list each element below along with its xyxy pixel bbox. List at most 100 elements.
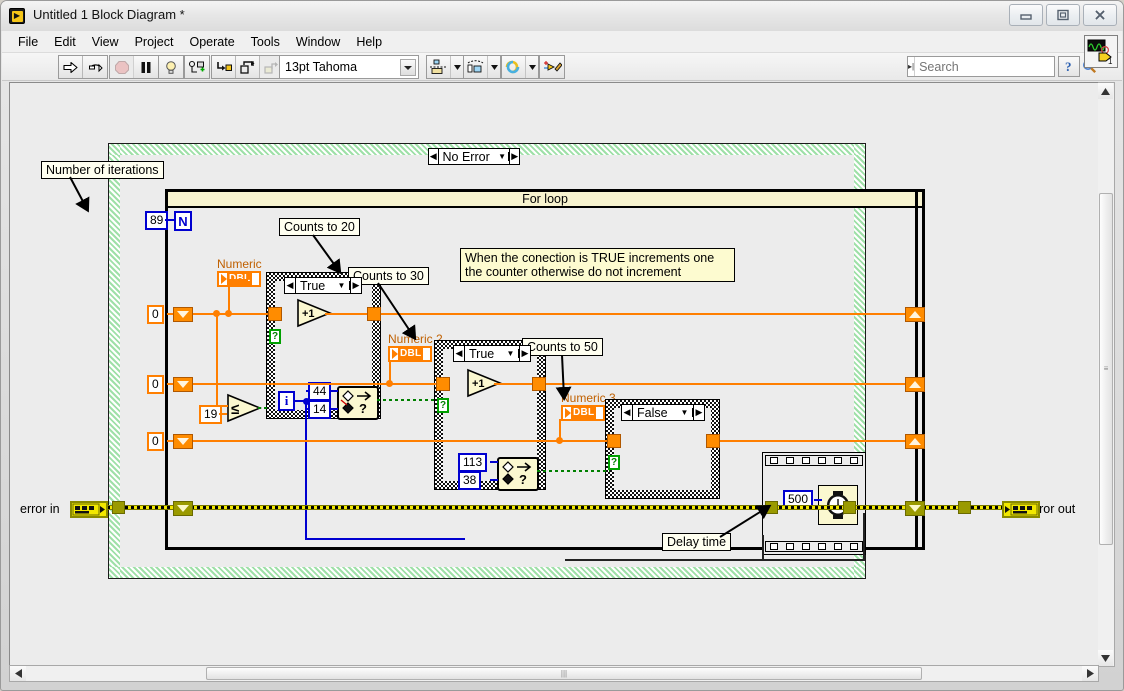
numeric-2-indicator[interactable]: DBL <box>388 346 432 362</box>
lightbulb-icon[interactable] <box>159 56 183 78</box>
in-range-lower-1-constant[interactable]: 14 <box>308 400 332 419</box>
shift-register-left-3[interactable] <box>173 434 193 449</box>
prev-case-arrow[interactable]: ◀ <box>285 278 296 293</box>
in-range-upper-2-constant[interactable]: 113 <box>458 453 488 472</box>
title-bar: ▶ Untitled 1 Block Diagram * <box>1 1 1123 31</box>
menu-file[interactable]: File <box>10 33 46 51</box>
close-icon[interactable] <box>1083 4 1117 26</box>
menu-project[interactable]: Project <box>127 33 182 51</box>
align-objects-dropdown[interactable] <box>450 56 463 78</box>
wire-junction-2 <box>225 310 232 317</box>
next-case-arrow[interactable]: ▶ <box>509 149 519 164</box>
chevron-down-icon[interactable]: ▼ <box>503 349 519 358</box>
abort-execution-icon[interactable] <box>110 56 134 78</box>
shift-reg-3-init-constant[interactable]: 0 <box>147 432 164 451</box>
case-3-selector-tunnel[interactable]: ? <box>608 455 620 470</box>
error-out-terminal[interactable] <box>1002 501 1040 518</box>
retain-wire-values-icon[interactable] <box>185 56 209 78</box>
in-range-and-coerce-2[interactable]: ? <box>497 457 539 491</box>
wire-i-down-h <box>305 538 465 540</box>
shift-register-right-2[interactable] <box>905 377 925 392</box>
horizontal-scrollbar[interactable]: ||| <box>9 665 1099 682</box>
case-2-input-tunnel[interactable] <box>436 377 450 391</box>
shift-reg-1-init-constant[interactable]: 0 <box>147 305 164 324</box>
step-over-icon[interactable] <box>236 56 260 78</box>
align-objects-icon[interactable] <box>427 56 451 78</box>
next-case-arrow[interactable]: ▶ <box>519 346 530 361</box>
reorder-group <box>501 55 539 79</box>
shift-register-right-3[interactable] <box>905 434 925 449</box>
chevron-down-icon[interactable]: ▼ <box>677 408 693 417</box>
maximize-icon[interactable] <box>1046 4 1080 26</box>
menu-tools[interactable]: Tools <box>243 33 288 51</box>
shift-register-left-1[interactable] <box>173 307 193 322</box>
menu-edit[interactable]: Edit <box>46 33 84 51</box>
case-selector-counts-30[interactable]: ◀ True ▼ ▶ <box>453 345 531 362</box>
case-selector-counts-50[interactable]: ◀ False ▼ ▶ <box>621 404 705 421</box>
font-value: 13pt Tahoma <box>285 60 358 74</box>
chevron-down-icon[interactable]: ▼ <box>496 152 510 161</box>
iteration-terminal-i[interactable]: i <box>278 391 295 411</box>
case-1-selector-tunnel[interactable]: ? <box>269 329 281 344</box>
menu-operate[interactable]: Operate <box>181 33 242 51</box>
horizontal-scroll-thumb[interactable]: ||| <box>206 667 922 680</box>
toolbar: 13pt Tahoma ▸| Search ? <box>2 53 1122 81</box>
distribute-objects-icon[interactable] <box>464 56 488 78</box>
case-selector-no-error[interactable]: ◀ No Error ▼ ▶ <box>428 148 520 165</box>
clean-up-diagram-icon[interactable] <box>540 56 564 78</box>
less-or-equal-function[interactable]: ≤ <box>226 393 263 426</box>
step-into-icon[interactable] <box>212 56 236 78</box>
prev-case-arrow[interactable]: ◀ <box>429 149 439 164</box>
menu-help[interactable]: Help <box>348 33 390 51</box>
chevron-down-icon[interactable]: ▼ <box>334 281 350 290</box>
block-diagram-canvas[interactable]: ◀ No Error ▼ ▶ For loop N 89 Number of i… <box>9 82 1099 667</box>
help-question-icon[interactable]: ? <box>1058 56 1080 77</box>
run-continuously-icon[interactable] <box>83 56 107 78</box>
font-selector[interactable]: 13pt Tahoma <box>279 55 419 79</box>
error-tunnel-case-in[interactable] <box>112 501 125 514</box>
loop-count-terminal-N[interactable]: N <box>174 211 192 231</box>
run-arrow-icon[interactable] <box>59 56 83 78</box>
shift-register-left-2[interactable] <box>173 377 193 392</box>
prev-case-arrow[interactable]: ◀ <box>622 405 633 420</box>
in-range-lower-2-constant[interactable]: 38 <box>458 471 482 490</box>
search-grip-icon[interactable]: ▸| <box>908 57 916 76</box>
vertical-scrollbar[interactable]: ≡ <box>1098 82 1115 667</box>
case-3-input-tunnel[interactable] <box>607 434 621 448</box>
case-2-output-tunnel[interactable] <box>532 377 546 391</box>
error-tunnel-sequence-out[interactable] <box>843 501 856 514</box>
shift-reg-2-init-constant[interactable]: 0 <box>147 375 164 394</box>
menu-view[interactable]: View <box>84 33 127 51</box>
case-selector-counts-20[interactable]: ◀ True ▼ ▶ <box>284 277 362 294</box>
label-numeric-1: Numeric <box>217 257 262 271</box>
vertical-scroll-thumb[interactable]: ≡ <box>1099 193 1113 545</box>
pause-icon[interactable] <box>134 56 158 78</box>
distribute-objects-dropdown[interactable] <box>487 56 500 78</box>
scroll-down-arrow[interactable] <box>1098 650 1113 666</box>
shift-register-right-1[interactable] <box>905 307 925 322</box>
numeric-3-indicator[interactable]: DBL <box>561 405 605 421</box>
scroll-left-arrow[interactable] <box>10 666 26 681</box>
diagram-comment[interactable]: When the conection is TRUE increments on… <box>460 248 735 282</box>
next-case-arrow[interactable]: ▶ <box>350 278 361 293</box>
search-box[interactable]: ▸| <box>907 56 1097 77</box>
error-shift-register-left[interactable] <box>173 501 193 516</box>
case-3-output-tunnel[interactable] <box>706 434 720 448</box>
error-shift-register-right[interactable] <box>905 501 925 516</box>
case-1-input-tunnel[interactable] <box>268 307 282 321</box>
next-case-arrow[interactable]: ▶ <box>693 405 704 420</box>
error-tunnel-case-out[interactable] <box>958 501 971 514</box>
scroll-right-arrow[interactable] <box>1082 666 1098 681</box>
case-2-selector-tunnel[interactable]: ? <box>437 398 449 413</box>
in-range-and-coerce-1[interactable]: ? <box>337 386 379 420</box>
reorder-dropdown[interactable] <box>525 56 538 78</box>
error-in-terminal[interactable] <box>70 501 108 518</box>
scroll-up-arrow[interactable] <box>1098 83 1113 99</box>
chevron-down-icon[interactable] <box>400 59 416 76</box>
menu-window[interactable]: Window <box>288 33 348 51</box>
context-help-icon[interactable]: 1 <box>1084 35 1118 68</box>
wire-bool-case2 <box>377 399 439 401</box>
reorder-icon[interactable] <box>502 56 526 78</box>
minimize-icon[interactable] <box>1009 4 1043 26</box>
prev-case-arrow[interactable]: ◀ <box>454 346 465 361</box>
